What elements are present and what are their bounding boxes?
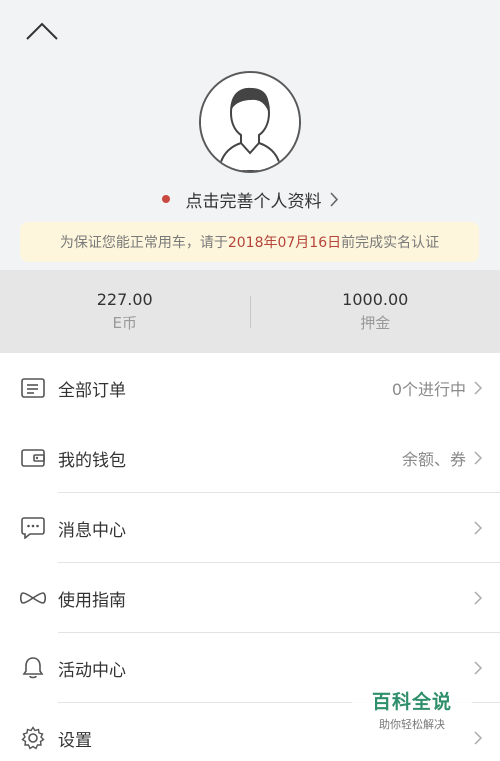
gear-icon xyxy=(20,725,46,751)
guide-icon xyxy=(20,585,46,611)
menu-item-orders[interactable]: 全部订单 0个进行中 xyxy=(0,353,500,423)
menu-item-label: 活动中心 xyxy=(58,660,126,681)
profile-header: 点击完善个人资料 为保证您能正常用车，请于 2018年07月16日 前完成实名认证 xyxy=(0,0,500,270)
default-avatar-icon xyxy=(201,73,299,171)
watermark-title: 百科全说 xyxy=(371,690,452,713)
menu-item-label: 全部订单 xyxy=(58,380,126,401)
notice-suffix: 前完成实名认证 xyxy=(341,235,440,251)
menu-item-value: 余额、券 xyxy=(401,450,466,469)
menu-item-label: 消息中心 xyxy=(58,520,126,541)
watermark: 百科全说 助你轻松解决 xyxy=(352,683,472,735)
complete-profile-label: 点击完善个人资料 xyxy=(185,191,322,212)
verification-notice: 为保证您能正常用车，请于 2018年07月16日 前完成实名认证 xyxy=(20,222,479,262)
chevron-right-icon xyxy=(474,451,482,465)
notice-prefix: 为保证您能正常用车，请于 xyxy=(59,235,228,251)
chevron-right-icon xyxy=(329,191,339,207)
menu-item-label: 使用指南 xyxy=(58,590,126,611)
wallet-icon xyxy=(20,445,46,471)
deposit-value: 1000.00 xyxy=(342,289,409,309)
notice-date: 2018年07月16日 xyxy=(227,235,342,251)
deposit-stat[interactable]: 1000.00 押金 xyxy=(251,270,500,353)
menu-item-messages[interactable]: 消息中心 xyxy=(0,493,500,563)
chevron-right-icon xyxy=(474,521,482,535)
chevron-right-icon xyxy=(474,381,482,395)
watermark-subtitle: 助你轻松解决 xyxy=(379,717,445,731)
chevron-right-icon xyxy=(474,591,482,605)
menu-item-wallet[interactable]: 我的钱包 余额、券 xyxy=(0,423,500,493)
menu-item-guide[interactable]: 使用指南 xyxy=(0,563,500,633)
menu-item-label: 我的钱包 xyxy=(58,450,126,471)
chevron-right-icon xyxy=(474,731,482,745)
collapse-button[interactable] xyxy=(20,16,64,46)
unread-dot xyxy=(161,195,170,203)
bell-icon xyxy=(20,655,46,681)
balance-stats: 227.00 E币 1000.00 押金 xyxy=(0,270,500,353)
e-coin-label: E币 xyxy=(112,313,137,332)
message-icon xyxy=(20,515,46,541)
chevron-up-icon xyxy=(26,22,58,40)
avatar[interactable] xyxy=(199,71,301,173)
chevron-right-icon xyxy=(474,661,482,675)
e-coin-stat[interactable]: 227.00 E币 xyxy=(0,270,250,353)
order-list-icon xyxy=(20,375,46,401)
e-coin-value: 227.00 xyxy=(96,289,153,309)
menu-item-value: 0个进行中 xyxy=(391,380,466,399)
complete-profile-link[interactable]: 点击完善个人资料 xyxy=(0,184,500,214)
deposit-label: 押金 xyxy=(360,313,391,332)
